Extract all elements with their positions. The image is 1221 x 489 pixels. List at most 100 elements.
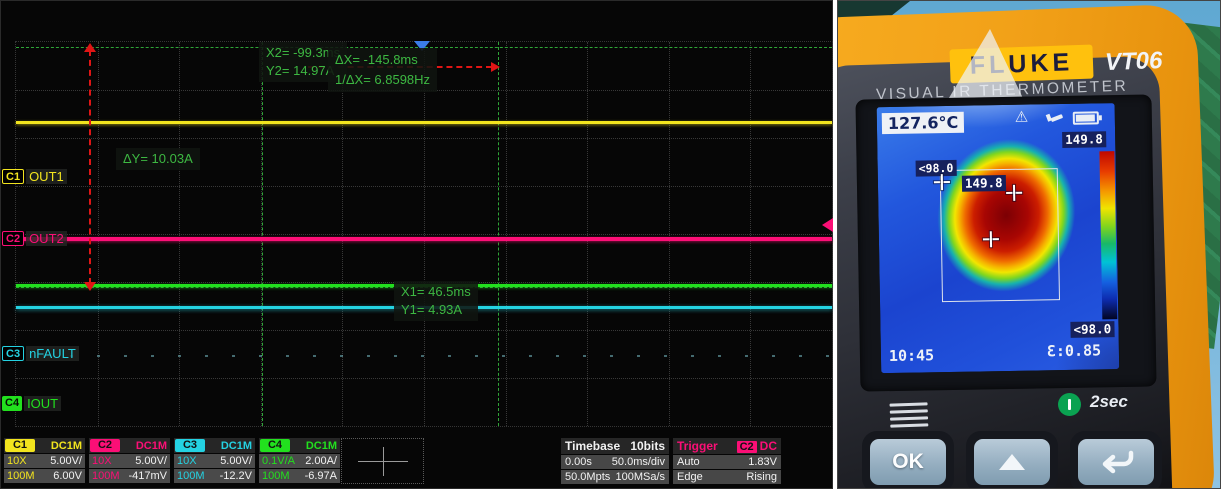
emissivity-readout: Ɛ:0.85 bbox=[1046, 341, 1102, 361]
gridline bbox=[342, 42, 344, 426]
cursor-dx-readout: ΔX= -145.8ms 1/ΔX= 6.8598Hz bbox=[328, 48, 438, 92]
channel1-offset: 6.00V bbox=[53, 470, 82, 482]
scale-max-label: 149.8 bbox=[1062, 131, 1106, 149]
channel4-probe: 0.1V/A bbox=[262, 455, 296, 467]
channel1-coupling: DC1M bbox=[50, 439, 82, 452]
gridline bbox=[179, 42, 181, 426]
thermometer-photo: FLUKE VT06 VISUAL IR THERMOMETER 127.6°C… bbox=[837, 0, 1221, 489]
channel4-descriptor-box[interactable]: C4 DC1M 0.1V/A 2.00A/ 100M -6.97A bbox=[259, 438, 340, 483]
trace-channel2 bbox=[16, 237, 832, 241]
channel4-scale: 2.00A/ bbox=[305, 455, 337, 467]
torch-icon-part bbox=[1050, 114, 1064, 123]
channel4-tag: C4 bbox=[260, 439, 290, 452]
channel1-label: OUT1 bbox=[26, 169, 67, 184]
trigger-title: Trigger bbox=[677, 439, 718, 453]
channel2-tag: C2 bbox=[90, 439, 120, 452]
gridline bbox=[505, 42, 507, 426]
up-button[interactable] bbox=[966, 431, 1058, 488]
back-button[interactable] bbox=[1070, 431, 1162, 488]
back-arrow-icon bbox=[1102, 450, 1134, 474]
timebase-samplerate: 100MSa/s bbox=[615, 471, 665, 483]
channel1-descriptor-box[interactable]: C1 DC1M 10X 5.00V/ 100M 6.00V bbox=[4, 438, 85, 483]
channel3-tag: C3 bbox=[175, 439, 205, 452]
channel2-descriptor-box[interactable]: C2 DC1M 10X 5.00V/ 100M -417mV bbox=[89, 438, 170, 483]
channel4-bandwidth: 100M bbox=[262, 470, 290, 482]
channel1-tag: C1 bbox=[5, 439, 35, 452]
battery-icon-part bbox=[1075, 114, 1095, 122]
channel3-descriptor-box[interactable]: C3 DC1M 10X 5.00V/ 100M -12.2V bbox=[174, 438, 255, 483]
arrow-right-icon bbox=[491, 62, 500, 72]
cursor-inv-dx-value: 1/ΔX= 6.8598Hz bbox=[335, 72, 431, 87]
trigger-coupling: DC bbox=[759, 439, 777, 453]
max-marker-crosshair-icon bbox=[1006, 184, 1023, 201]
cursor-x1-value: X1= 46.5ms bbox=[401, 284, 471, 299]
center-temperature-readout: 127.6°C bbox=[881, 111, 965, 135]
max-marker-label: 149.8 bbox=[961, 174, 1006, 192]
cursor-x2-line[interactable] bbox=[262, 42, 263, 426]
cursor-x1y1-readout: X1= 46.5ms Y1= 4.93A bbox=[394, 281, 478, 321]
min-marker-crosshair-icon bbox=[933, 174, 950, 191]
channel3-probe: 10X bbox=[177, 455, 197, 467]
channel2-probe: 10X bbox=[92, 455, 112, 467]
gridline bbox=[97, 42, 99, 426]
pan-crosshair-box[interactable] bbox=[341, 438, 424, 484]
cursor-x1-line[interactable] bbox=[498, 42, 499, 426]
channel1-tag: C1 bbox=[2, 169, 25, 184]
battery-icon bbox=[1072, 111, 1102, 125]
trigger-level: 1.83V bbox=[748, 456, 777, 468]
channel2-coupling: DC1M bbox=[135, 439, 167, 452]
timebase-bits: 10bits bbox=[630, 439, 665, 453]
trigger-panel[interactable]: Trigger C2 DC Auto 1.83V Edge Rising bbox=[673, 438, 781, 484]
timebase-scale: 50.0ms/div bbox=[611, 456, 665, 468]
channel3-coupling: DC1M bbox=[220, 439, 252, 452]
channel3-label: nFAULT bbox=[26, 346, 79, 361]
laser-warning-icon: ⚠ bbox=[1014, 108, 1029, 126]
up-arrow-icon bbox=[999, 454, 1025, 470]
power-icon bbox=[1058, 393, 1081, 416]
waveform-plot-area: X2= -99.3ms Y2= 14.97A ΔX= -145.8ms 1/ΔX… bbox=[15, 41, 833, 427]
channel1-probe: 10X bbox=[7, 455, 27, 467]
cursor-dy-readout: ΔY= 10.03A bbox=[116, 148, 200, 170]
torch-icon-part bbox=[1045, 113, 1052, 122]
arrow-up-icon bbox=[84, 43, 96, 52]
channel4-offset: -6.97A bbox=[304, 470, 337, 482]
channel4-coupling: DC1M bbox=[305, 439, 337, 452]
ok-button-label: OK bbox=[870, 439, 946, 485]
channel2-tag: C2 bbox=[2, 231, 25, 246]
menu-icon bbox=[889, 402, 929, 431]
timebase-panel[interactable]: Timebase 10bits 0.00s 50.0ms/div 50.0Mpts 1… bbox=[561, 438, 669, 484]
channel1-marker[interactable]: C1 OUT1 bbox=[2, 169, 67, 184]
gridline bbox=[750, 42, 752, 426]
trigger-mode: Auto bbox=[677, 456, 700, 468]
trigger-level-marker-icon[interactable] bbox=[822, 218, 833, 232]
channel2-label: OUT2 bbox=[26, 231, 67, 246]
trace-channel3-baseline-dots bbox=[16, 355, 832, 357]
ok-button[interactable]: OK bbox=[862, 431, 954, 488]
oscilloscope-screen: X2= -99.3ms Y2= 14.97A ΔX= -145.8ms 1/ΔX… bbox=[0, 0, 833, 489]
trigger-slope: Rising bbox=[746, 471, 777, 483]
cursor-y1-value: Y1= 4.93A bbox=[401, 302, 463, 317]
center-crosshair-icon bbox=[982, 231, 999, 248]
gridline bbox=[424, 42, 425, 426]
channel3-offset: -12.2V bbox=[219, 470, 252, 482]
cursor-dx-value: ΔX= -145.8ms bbox=[335, 52, 418, 67]
cursor-dy-value: ΔY= 10.03A bbox=[123, 151, 193, 166]
channel4-marker[interactable]: C4 IOUT bbox=[2, 396, 62, 411]
power-hold-hint: 2sec bbox=[1090, 392, 1128, 411]
temperature-color-scale bbox=[1099, 151, 1118, 320]
channel2-marker[interactable]: C2 OUT2 bbox=[2, 231, 67, 246]
channel1-scale: 5.00V/ bbox=[50, 455, 82, 467]
delta-y-measure-arrow bbox=[84, 43, 96, 291]
timebase-delay: 0.00s bbox=[565, 456, 592, 468]
model-label: VT06 bbox=[1104, 47, 1163, 76]
screenshot-canvas: X2= -99.3ms Y2= 14.97A ΔX= -145.8ms 1/ΔX… bbox=[0, 0, 1221, 489]
screen-bezel: 127.6°C ⚠ 149.8 <98.0 <98.0 149.8 10:45 … bbox=[855, 94, 1157, 392]
channel3-tag: C3 bbox=[2, 346, 25, 361]
torch-icon bbox=[1045, 110, 1064, 125]
channel4-label: IOUT bbox=[24, 396, 62, 411]
gridline bbox=[668, 42, 670, 426]
trace-channel1 bbox=[16, 121, 832, 124]
channel3-marker[interactable]: C3 nFAULT bbox=[2, 346, 79, 361]
channel2-scale: 5.00V/ bbox=[135, 455, 167, 467]
channel3-scale: 5.00V/ bbox=[220, 455, 252, 467]
